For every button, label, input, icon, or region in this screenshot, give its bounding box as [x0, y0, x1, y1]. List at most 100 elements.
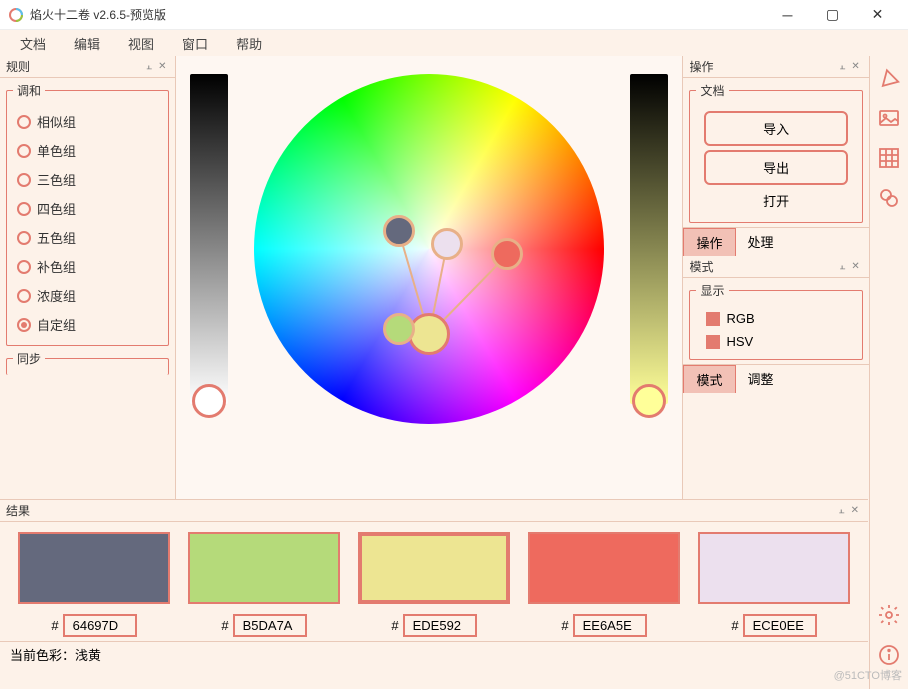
image-icon[interactable] — [875, 104, 903, 132]
checkbox-icon — [706, 335, 720, 349]
check-hsv[interactable]: HSV — [696, 330, 855, 353]
rules-panel-header: 规则 ⫠ ✕ — [0, 56, 175, 78]
icon-toolbar — [869, 56, 908, 689]
results-panel-header: 结果 ⫠ ✕ — [0, 500, 868, 522]
tab-mode[interactable]: 模式 — [683, 365, 735, 393]
wheel-node-2[interactable] — [431, 228, 463, 260]
watermark: @51CTO博客 — [834, 667, 902, 683]
rule-radio-7[interactable]: 自定组 — [13, 310, 162, 339]
rule-radio-5[interactable]: 补色组 — [13, 252, 162, 281]
menu-file[interactable]: 文档 — [6, 31, 60, 56]
rule-radio-3[interactable]: 四色组 — [13, 194, 162, 223]
close-icon[interactable]: ✕ — [848, 261, 862, 272]
color-swatch-0[interactable] — [18, 532, 170, 604]
color-swatch-2[interactable] — [358, 532, 510, 604]
hex-input-3[interactable] — [573, 614, 647, 637]
tab-operate[interactable]: 操作 — [683, 228, 735, 256]
lightness-handle-left[interactable] — [192, 384, 226, 418]
rules-panel-title: 规则 — [6, 58, 30, 75]
radio-icon — [17, 202, 31, 216]
radio-icon — [17, 173, 31, 187]
wheel-node-0[interactable] — [408, 313, 450, 355]
mode-panel-header: 模式 ⫠ ✕ — [683, 256, 868, 278]
import-button[interactable]: 导入 — [704, 111, 847, 146]
radio-icon — [17, 289, 31, 303]
titlebar: 焰火十二卷 v2.6.5-预览版 ─ ▢ ✕ — [0, 0, 908, 30]
pin-icon[interactable]: ⫠ — [143, 61, 155, 72]
hex-input-2[interactable] — [403, 614, 477, 637]
harmony-legend: 调和 — [13, 82, 45, 99]
results-row: # # # # # — [0, 522, 868, 641]
rule-radio-2[interactable]: 三色组 — [13, 165, 162, 194]
rule-radio-4[interactable]: 五色组 — [13, 223, 162, 252]
tab-process[interactable]: 处理 — [736, 228, 786, 256]
display-legend: 显示 — [696, 282, 728, 299]
hex-input-0[interactable] — [63, 614, 137, 637]
close-icon[interactable]: ✕ — [848, 61, 862, 72]
wheel-node-4[interactable] — [383, 313, 415, 345]
hex-row: # — [221, 614, 306, 637]
menu-window[interactable]: 窗口 — [168, 31, 222, 56]
lightness-handle-right[interactable] — [632, 384, 666, 418]
status-bar: 当前色彩：浅黄 — [0, 641, 868, 667]
wheel-node-1[interactable] — [383, 215, 415, 247]
minimize-button[interactable]: ─ — [765, 0, 810, 30]
hex-row: # — [561, 614, 646, 637]
radio-icon — [17, 144, 31, 158]
check-rgb[interactable]: RGB — [696, 307, 855, 330]
radio-icon — [17, 318, 31, 332]
maximize-button[interactable]: ▢ — [810, 0, 855, 30]
menu-view[interactable]: 视图 — [114, 31, 168, 56]
rule-radio-0[interactable]: 相似组 — [13, 107, 162, 136]
pin-icon[interactable]: ⫠ — [836, 261, 848, 272]
wheel-node-3[interactable] — [491, 238, 523, 270]
menu-help[interactable]: 帮助 — [222, 31, 276, 56]
operate-tabs: 操作 处理 — [683, 227, 868, 256]
radio-icon — [17, 231, 31, 245]
document-group: 文档 导入 导出 打开 — [689, 82, 862, 223]
color-swatch-3[interactable] — [528, 532, 680, 604]
app-logo-icon — [8, 7, 24, 23]
harmony-group: 调和 相似组单色组三色组四色组五色组补色组浓度组自定组 — [6, 82, 169, 346]
grid-icon[interactable] — [875, 144, 903, 172]
display-group: 显示 RGB HSV — [689, 282, 862, 360]
rule-radio-1[interactable]: 单色组 — [13, 136, 162, 165]
sync-legend: 同步 — [13, 350, 45, 367]
radio-icon — [17, 260, 31, 274]
document-legend: 文档 — [696, 82, 728, 99]
rule-radio-6[interactable]: 浓度组 — [13, 281, 162, 310]
checkbox-icon — [706, 312, 720, 326]
operate-panel-title: 操作 — [689, 58, 713, 75]
sync-group: 同步 — [6, 350, 169, 375]
color-wheel[interactable] — [254, 74, 604, 424]
hex-input-4[interactable] — [743, 614, 817, 637]
lightness-slider-right[interactable] — [630, 74, 668, 404]
pin-icon[interactable]: ⫠ — [836, 505, 848, 516]
hex-input-1[interactable] — [233, 614, 307, 637]
menubar: 文档 编辑 视图 窗口 帮助 — [0, 30, 908, 56]
shapes-icon[interactable] — [875, 184, 903, 212]
close-icon[interactable]: ✕ — [155, 61, 169, 72]
results-panel-title: 结果 — [6, 502, 30, 519]
color-swatch-1[interactable] — [188, 532, 340, 604]
operate-panel-header: 操作 ⫠ ✕ — [683, 56, 868, 78]
export-button[interactable]: 导出 — [704, 150, 847, 185]
settings-icon[interactable] — [875, 601, 903, 629]
hex-row: # — [391, 614, 476, 637]
mode-tabs: 模式 调整 — [683, 364, 868, 393]
hex-row: # — [51, 614, 136, 637]
info-icon[interactable] — [875, 641, 903, 669]
mode-panel-title: 模式 — [689, 258, 713, 275]
menu-edit[interactable]: 编辑 — [60, 31, 114, 56]
open-button[interactable]: 打开 — [704, 189, 847, 212]
radio-icon — [17, 115, 31, 129]
tab-adjust[interactable]: 调整 — [736, 365, 786, 393]
triangle-icon[interactable] — [875, 64, 903, 92]
pin-icon[interactable]: ⫠ — [836, 61, 848, 72]
close-button[interactable]: ✕ — [855, 0, 900, 30]
window-title: 焰火十二卷 v2.6.5-预览版 — [30, 6, 765, 23]
lightness-slider-left[interactable] — [190, 74, 228, 404]
close-icon[interactable]: ✕ — [848, 505, 862, 516]
hex-row: # — [731, 614, 816, 637]
color-swatch-4[interactable] — [698, 532, 850, 604]
